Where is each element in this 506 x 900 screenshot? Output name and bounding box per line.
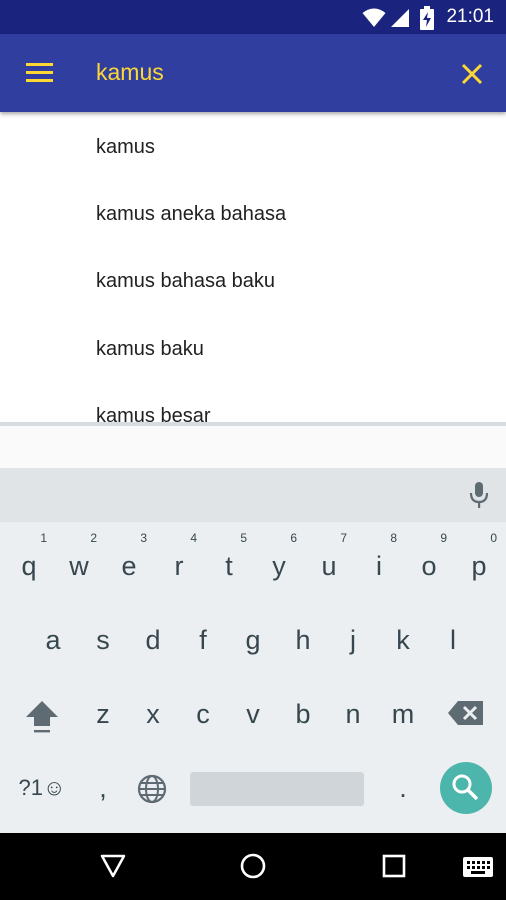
hamburger-menu-icon (26, 63, 53, 82)
key-v[interactable]: v (228, 682, 278, 746)
wifi-icon (362, 8, 386, 27)
search-key[interactable] (440, 762, 492, 814)
symbols-key[interactable]: ?1☺ (12, 756, 72, 820)
backspace-key[interactable] (446, 698, 486, 728)
battery-charging-icon (420, 6, 434, 30)
key-a[interactable]: a (28, 608, 78, 672)
backspace-icon (448, 701, 483, 725)
key-e[interactable]: e3 (104, 531, 154, 598)
home-icon[interactable] (238, 851, 268, 881)
suggestion-item[interactable]: kamus besar (96, 405, 211, 422)
key-comma[interactable]: , (78, 756, 128, 820)
globe-icon (137, 774, 167, 804)
status-time: 21:01 (446, 6, 494, 27)
search-app-bar (0, 34, 506, 112)
key-d[interactable]: d (128, 608, 178, 672)
navigation-bar (0, 833, 506, 900)
key-r[interactable]: r4 (154, 531, 204, 598)
close-icon (461, 63, 483, 85)
space-key[interactable] (190, 772, 364, 806)
key-period[interactable]: . (378, 756, 428, 820)
key-l[interactable]: l (428, 608, 478, 672)
key-p[interactable]: p0 (454, 531, 504, 598)
key-y[interactable]: y6 (254, 531, 304, 598)
recents-icon[interactable] (380, 852, 408, 880)
key-n[interactable]: n (328, 682, 378, 746)
key-u[interactable]: u7 (304, 531, 354, 598)
suggestion-list: kamus kamus aneka bahasa kamus bahasa ba… (0, 112, 506, 422)
status-bar: 21:01 (0, 0, 506, 34)
signal-icon (391, 9, 409, 27)
shift-key[interactable] (20, 695, 64, 739)
language-key[interactable] (136, 773, 168, 805)
menu-button[interactable] (20, 57, 60, 91)
key-c[interactable]: c (178, 682, 228, 746)
search-input[interactable] (96, 52, 436, 92)
key-o[interactable]: o9 (404, 531, 454, 598)
suggestion-item[interactable]: kamus baku (96, 338, 204, 361)
key-h[interactable]: h (278, 608, 328, 672)
key-q[interactable]: q1 (4, 531, 54, 598)
key-i[interactable]: i8 (354, 531, 404, 598)
key-m[interactable]: m (378, 682, 428, 746)
keyboard-switch-icon[interactable] (462, 855, 494, 879)
key-k[interactable]: k (378, 608, 428, 672)
key-t[interactable]: t5 (204, 531, 254, 598)
clear-search-button[interactable] (456, 58, 488, 90)
suggestion-item[interactable]: kamus (96, 136, 155, 159)
key-x[interactable]: x (128, 682, 178, 746)
suggestion-item[interactable]: kamus bahasa baku (96, 270, 275, 293)
key-z[interactable]: z (78, 682, 128, 746)
back-icon[interactable] (98, 851, 128, 881)
key-j[interactable]: j (328, 608, 378, 672)
key-b[interactable]: b (278, 682, 328, 746)
suggestion-item[interactable]: kamus aneka bahasa (96, 203, 286, 226)
search-icon (452, 774, 479, 801)
key-f[interactable]: f (178, 608, 228, 672)
key-s[interactable]: s (78, 608, 128, 672)
suggestion-strip (0, 426, 506, 468)
soft-keyboard: q1 w2 e3 r4 t5 y6 u7 i8 o9 p0 a s d f g … (0, 468, 506, 833)
keyboard-suggestion-bar (0, 468, 506, 522)
microphone-icon[interactable] (464, 480, 494, 510)
key-g[interactable]: g (228, 608, 278, 672)
key-w[interactable]: w2 (54, 531, 104, 598)
shift-icon (26, 701, 58, 733)
